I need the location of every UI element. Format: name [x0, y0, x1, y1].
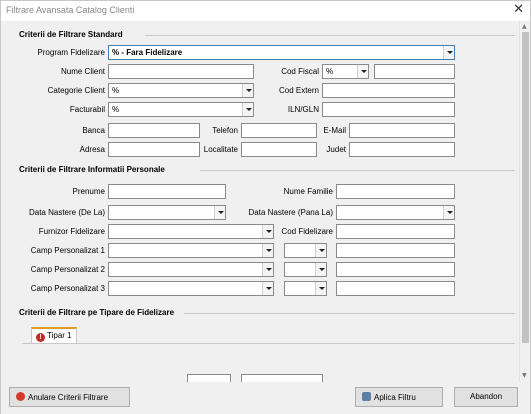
abandon-button[interactable]: Abandon — [454, 387, 518, 407]
chevron-down-icon[interactable] — [214, 206, 225, 219]
camp-personalizat-2-combo[interactable] — [108, 262, 274, 277]
camp-personalizat-1-value[interactable] — [336, 243, 455, 258]
chevron-down-icon[interactable] — [242, 103, 253, 116]
data-nastere-pana-la-picker[interactable] — [336, 205, 455, 220]
chevron-down-icon[interactable] — [443, 206, 454, 219]
aplica-filtru-button[interactable]: Aplica Filtru — [355, 387, 443, 407]
chevron-down-icon[interactable] — [262, 263, 273, 276]
section-divider — [200, 170, 515, 171]
section-title-standard: Criterii de Filtrare Standard — [19, 30, 123, 39]
furnizor-fidelizare-combo[interactable] — [108, 224, 274, 239]
furnizor-fidelizare-label: Furnizor Fidelizare — [38, 227, 105, 236]
chevron-down-icon[interactable] — [262, 244, 273, 257]
adresa-input[interactable] — [108, 142, 200, 157]
localitate-label: Localitate — [203, 145, 238, 154]
cod-fiscal-operator-combo[interactable]: % — [322, 64, 369, 79]
tab-panel-border — [22, 343, 515, 344]
section-title-personal: Criterii de Filtrare Informatii Personal… — [19, 165, 165, 174]
camp-personalizat-1-combo[interactable] — [108, 243, 274, 258]
partial-input-2[interactable] — [241, 374, 323, 382]
judet-input[interactable] — [349, 142, 455, 157]
close-icon[interactable]: ✕ — [513, 2, 524, 17]
cod-fiscal-input[interactable] — [374, 64, 455, 79]
localitate-input[interactable] — [241, 142, 317, 157]
iln-gln-input[interactable] — [322, 102, 455, 117]
camp-personalizat-2-value[interactable] — [336, 262, 455, 277]
cod-extern-input[interactable] — [322, 83, 455, 98]
telefon-input[interactable] — [241, 123, 317, 138]
section-title-tipare: Criterii de Filtrare pe Tipare de Fideli… — [19, 308, 175, 317]
window-title: Filtrare Avansata Catalog Clienti — [6, 5, 135, 15]
prenume-input[interactable] — [108, 184, 226, 199]
iln-gln-label: ILN/GLN — [287, 105, 319, 114]
error-icon: ! — [36, 333, 45, 342]
data-nastere-de-la-picker[interactable] — [108, 205, 226, 220]
chevron-down-icon[interactable] — [315, 244, 326, 257]
aplica-filtru-label: Aplica Filtru — [374, 393, 416, 402]
anulare-criterii-button[interactable]: Anulare Criterii Filtrare — [9, 387, 130, 407]
chevron-down-icon[interactable] — [262, 282, 273, 295]
judet-label: Judet — [326, 145, 346, 154]
vertical-scrollbar[interactable]: ▲ ▼ — [519, 22, 530, 382]
categorie-client-combo[interactable]: % — [108, 83, 254, 98]
chevron-down-icon[interactable] — [357, 65, 368, 78]
tab-tipar-1[interactable]: ! Tipar 1 — [31, 327, 77, 344]
nume-familie-input[interactable] — [336, 184, 455, 199]
camp-personalizat-3-operator[interactable] — [284, 281, 327, 296]
data-nastere-de-la-label: Data Nastere (De La) — [28, 208, 105, 217]
dialog-content: Criterii de Filtrare Standard Program Fi… — [1, 22, 519, 382]
camp-personalizat-1-operator[interactable] — [284, 243, 327, 258]
adresa-label: Adresa — [79, 145, 105, 154]
nume-familie-label: Nume Familie — [283, 187, 333, 196]
camp-personalizat-1-label: Camp Personalizat 1 — [30, 246, 105, 255]
nume-client-label: Nume Client — [60, 67, 105, 76]
camp-personalizat-3-label: Camp Personalizat 3 — [30, 284, 105, 293]
section-divider — [184, 313, 515, 314]
camp-personalizat-2-label: Camp Personalizat 2 — [30, 265, 105, 274]
cancel-icon — [16, 392, 25, 401]
camp-personalizat-3-value[interactable] — [336, 281, 455, 296]
facturabil-combo[interactable]: % — [108, 102, 254, 117]
facturabil-label: Facturabil — [69, 105, 105, 114]
telefon-label: Telefon — [212, 126, 238, 135]
cod-fiscal-label: Cod Fiscal — [281, 67, 319, 76]
cod-fidelizare-input[interactable] — [336, 224, 455, 239]
scroll-up-icon[interactable]: ▲ — [522, 23, 527, 30]
cod-fiscal-operator-value: % — [326, 67, 334, 76]
dialog-footer: Anulare Criterii Filtrare Aplica Filtru … — [1, 382, 530, 414]
anulare-criterii-label: Anulare Criterii Filtrare — [28, 393, 109, 402]
categorie-client-value: % — [112, 86, 120, 95]
filter-dialog: Filtrare Avansata Catalog Clienti ✕ Crit… — [0, 0, 531, 414]
cod-fidelizare-label: Cod Fidelizare — [281, 227, 333, 236]
facturabil-value: % — [112, 105, 120, 114]
email-input[interactable] — [349, 123, 455, 138]
title-bar: Filtrare Avansata Catalog Clienti ✕ — [1, 1, 530, 21]
section-divider — [145, 35, 515, 36]
chevron-down-icon[interactable] — [315, 263, 326, 276]
partial-input-1[interactable] — [187, 374, 231, 382]
chevron-down-icon[interactable] — [443, 46, 454, 59]
categorie-client-label: Categorie Client — [47, 86, 105, 95]
program-fidelizare-combo[interactable]: % - Fara Fidelizare — [108, 45, 455, 60]
data-nastere-pana-la-label: Data Nastere (Pana La) — [248, 208, 334, 217]
scrollbar-thumb[interactable] — [522, 32, 529, 343]
banca-label: Banca — [82, 126, 105, 135]
chevron-down-icon[interactable] — [315, 282, 326, 295]
email-label: E-Mail — [323, 126, 346, 135]
tab-tipar-1-label: Tipar 1 — [47, 331, 72, 340]
nume-client-input[interactable] — [108, 64, 254, 79]
program-fidelizare-value: % - Fara Fidelizare — [112, 48, 183, 57]
camp-personalizat-2-operator[interactable] — [284, 262, 327, 277]
camp-personalizat-3-combo[interactable] — [108, 281, 274, 296]
scroll-down-icon[interactable]: ▼ — [522, 372, 527, 379]
filter-icon — [362, 392, 371, 401]
banca-input[interactable] — [108, 123, 200, 138]
prenume-label: Prenume — [72, 187, 105, 196]
program-fidelizare-label: Program Fidelizare — [37, 48, 105, 57]
abandon-label: Abandon — [469, 392, 503, 401]
chevron-down-icon[interactable] — [242, 84, 253, 97]
cod-extern-label: Cod Extern — [278, 86, 319, 95]
